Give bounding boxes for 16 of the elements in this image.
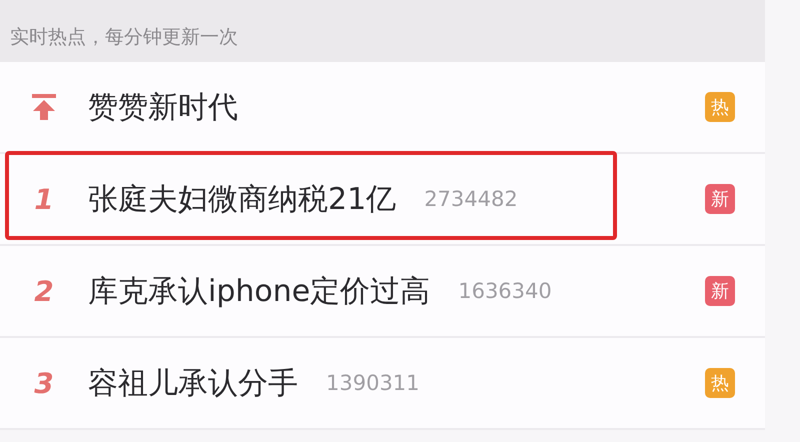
header-text: 实时热点，每分钟更新一次 [10,26,238,48]
search-count: 1636340 [458,279,552,303]
rank-number: 3 [34,366,54,400]
pin-top-icon [31,93,57,121]
label-badge: 新 [705,276,735,306]
search-count: 2734482 [424,187,518,211]
topic-title[interactable]: 容祖儿承认分手 [88,362,298,404]
label-badge: 热 [705,92,735,122]
label-badge: 热 [705,368,735,398]
topic-title[interactable]: 库克承认iphone定价过高 [88,270,430,312]
rank-number: 1 [34,182,54,216]
topic-title[interactable]: 赞赞新时代 [88,86,238,128]
rank-number: 2 [34,274,54,308]
topic-title[interactable]: 张庭夫妇微商纳税21亿 [88,178,396,220]
search-count: 1390311 [326,371,420,395]
label-badge: 新 [705,184,735,214]
